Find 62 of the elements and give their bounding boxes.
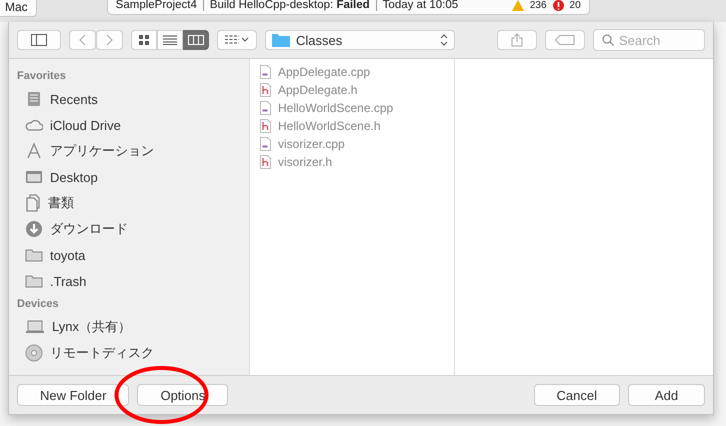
header-file-icon [260,119,271,133]
share-icon [511,33,523,47]
warning-icon [512,0,524,10]
project-name: SampleProject4 [116,0,197,11]
columns-icon [188,35,204,45]
location-label: Classes [296,32,342,48]
cancel-button[interactable]: Cancel [534,384,620,406]
file-item[interactable]: AppDelegate.cpp [250,63,454,81]
folder-icon [25,248,43,262]
list-icon [163,35,177,45]
file-item[interactable]: visorizer.h [250,153,454,171]
cpp-file-icon [260,65,271,79]
laptop-icon [25,320,45,334]
options-button[interactable]: Options [137,384,228,406]
warning-count: 236 [530,0,547,10]
header-file-icon [260,83,271,97]
cloud-icon [25,118,43,132]
sidebar-heading: Favorites [16,70,67,84]
desktop-icon [25,170,43,184]
document-icon [25,194,41,212]
cpp-file-icon [260,137,271,151]
new-folder-button[interactable]: New Folder [17,384,130,406]
sidebar-item[interactable]: Desktop [9,164,249,190]
file-item[interactable]: AppDelegate.h [250,81,454,99]
file-item[interactable]: visorizer.cpp [250,135,454,153]
back-icon [79,34,86,46]
sidebar-item[interactable]: toyota [9,242,249,268]
cpp-file-icon [260,101,271,115]
sidebar-item[interactable]: 書類 [9,190,249,216]
forward-icon [106,34,113,46]
sidebar-item[interactable]: リモートディスク [9,340,249,366]
build-time: Today at 10:05 [382,0,458,11]
arrange-button[interactable] [217,30,257,50]
sidebar-item[interactable]: iCloud Drive [9,112,249,138]
download-icon [25,220,43,238]
arrange-icon [225,35,249,45]
scheme-button[interactable]: Mac [0,0,37,17]
sidebar-item[interactable]: .Trash [9,268,249,294]
folder-icon [272,33,290,47]
updown-icon [440,34,448,46]
apps-icon [25,142,43,160]
sidebar-icon [31,34,47,46]
search-icon [602,34,614,46]
disc-icon [25,344,43,362]
folder-icon [25,274,43,288]
sidebar-item[interactable]: アプリケーション [9,138,249,164]
tag-icon [555,35,575,45]
sidebar-item[interactable]: ダウンロード [9,216,249,242]
header-file-icon [260,155,271,169]
sidebar-toggle-button[interactable] [17,30,61,50]
sidebar-item[interactable]: Lynx（共有） [9,314,249,340]
file-item[interactable]: HelloWorldScene.h [250,117,454,135]
tray-icon [25,90,43,108]
grid-icon [139,35,149,45]
error-count: 20 [570,0,581,10]
location-popup[interactable]: Classes [265,30,455,50]
build-status: Build HelloCpp-desktop: Failed [210,0,370,11]
view-mode-button[interactable] [183,30,209,50]
add-button[interactable]: Add [628,384,705,406]
sidebar-heading: Devices [16,298,60,312]
file-item[interactable]: HelloWorldScene.cpp [250,99,454,117]
sidebar-item[interactable]: Recents [9,86,249,112]
